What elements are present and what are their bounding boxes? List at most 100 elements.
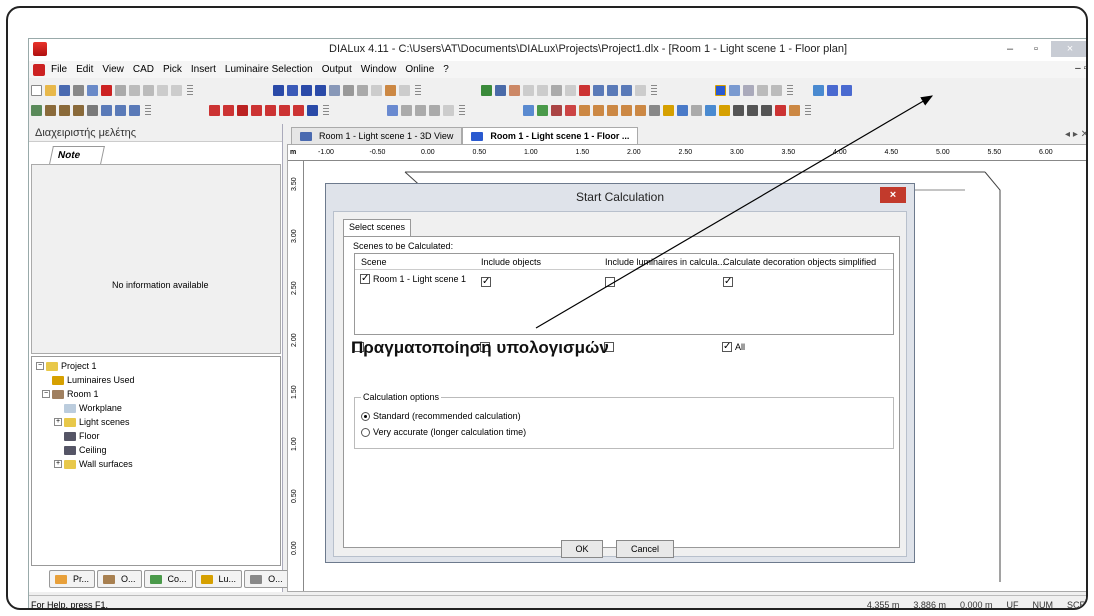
save-icon[interactable] <box>59 85 70 96</box>
calc-3-icon[interactable] <box>743 85 754 96</box>
curve-icon[interactable] <box>761 105 772 116</box>
all-decoration-checkbox[interactable]: ✓ <box>722 342 732 352</box>
array-icon[interactable] <box>101 105 112 116</box>
mdi-controls[interactable]: – ▫ <box>1075 63 1086 74</box>
standard-radio[interactable] <box>361 412 370 421</box>
grid-icon[interactable] <box>371 85 382 96</box>
tab-project[interactable]: Pr... <box>49 570 96 588</box>
draw-4-icon[interactable] <box>565 105 576 116</box>
tab-colors[interactable]: Co... <box>143 570 193 588</box>
calc-4-icon[interactable] <box>757 85 768 96</box>
cut-icon[interactable] <box>115 85 126 96</box>
start-calculation-icon[interactable] <box>715 85 726 96</box>
expand-icon[interactable]: + <box>54 460 62 468</box>
tool-4-icon[interactable] <box>551 85 562 96</box>
collapse-icon[interactable]: − <box>36 362 44 370</box>
light-3-icon[interactable] <box>237 105 248 116</box>
include-objects-checkbox[interactable]: ✓ <box>481 277 491 287</box>
print-icon[interactable] <box>73 85 84 96</box>
tree-item-ceiling[interactable]: Ceiling <box>36 443 276 457</box>
room-icon[interactable] <box>273 85 284 96</box>
menu-output[interactable]: Output <box>322 64 352 75</box>
cancel-button[interactable]: Cancel <box>616 540 674 558</box>
toolbar-grip-icon[interactable] <box>787 84 793 97</box>
toolbar-grip-icon[interactable] <box>805 104 811 117</box>
col-scene[interactable]: Scene <box>361 257 387 267</box>
draw-3-icon[interactable] <box>551 105 562 116</box>
luminaire-icon[interactable] <box>385 85 396 96</box>
light-2-icon[interactable] <box>223 105 234 116</box>
door-icon[interactable] <box>607 85 618 96</box>
tab-floor-plan[interactable]: Room 1 - Light scene 1 - Floor ... <box>462 127 639 144</box>
tab-note[interactable]: Note <box>49 146 105 164</box>
tree-item-wall-surfaces[interactable]: + Wall surfaces <box>36 457 276 471</box>
tab-objects[interactable]: O... <box>97 570 142 588</box>
draw-9-icon[interactable] <box>635 105 646 116</box>
tree-item-room[interactable]: − Room 1 <box>36 387 276 401</box>
toolbar-grip-icon[interactable] <box>415 84 421 97</box>
tool-icon[interactable] <box>399 85 410 96</box>
room-dxf-icon[interactable] <box>315 85 326 96</box>
light-6-icon[interactable] <box>279 105 290 116</box>
draw-7-icon[interactable] <box>607 105 618 116</box>
paste-icon[interactable] <box>143 85 154 96</box>
select-rect-icon[interactable] <box>387 105 398 116</box>
pdf-icon[interactable] <box>101 85 112 96</box>
col-include-luminaires[interactable]: Include luminaires in calcula... <box>605 257 725 267</box>
tab-nav-arrows-icon[interactable]: ◂ ▸ ✕ <box>1065 129 1086 140</box>
copy-move-icon[interactable] <box>73 105 84 116</box>
exterior-icon[interactable] <box>329 85 340 96</box>
tab-select-scenes[interactable]: Select scenes <box>343 219 412 236</box>
mirror-icon[interactable] <box>87 105 98 116</box>
draw-6-icon[interactable] <box>593 105 604 116</box>
ok-button[interactable]: OK <box>561 540 603 558</box>
scene-checkbox[interactable]: ✓ <box>360 274 370 284</box>
decoration-simplified-checkbox[interactable]: ✓ <box>723 277 733 287</box>
window-icon[interactable] <box>593 85 604 96</box>
tree-item-luminaires-used[interactable]: Luminaires Used <box>36 373 276 387</box>
toolbar-grip-icon[interactable] <box>651 84 657 97</box>
copy-icon[interactable] <box>129 85 140 96</box>
menu-window[interactable]: Window <box>361 64 397 75</box>
menu-edit[interactable]: Edit <box>76 64 93 75</box>
hatch-icon[interactable] <box>789 105 800 116</box>
undo-icon[interactable] <box>157 85 168 96</box>
col-decoration-simplified[interactable]: Calculate decoration objects simplified <box>723 257 876 267</box>
calc-area-icon[interactable] <box>357 85 368 96</box>
menu-online[interactable]: Online <box>405 64 434 75</box>
light-7-icon[interactable] <box>293 105 304 116</box>
draw-10-icon[interactable] <box>649 105 660 116</box>
accurate-radio[interactable] <box>361 428 370 437</box>
tree-item-project[interactable]: − Project 1 <box>36 359 276 373</box>
document-icon[interactable] <box>33 63 45 76</box>
close-button[interactable]: × <box>1051 41 1086 57</box>
draw-12-icon[interactable] <box>677 105 688 116</box>
print-preview-icon[interactable] <box>87 85 98 96</box>
menu-view[interactable]: View <box>102 64 124 75</box>
calc-2-icon[interactable] <box>729 85 740 96</box>
menu-help[interactable]: ? <box>443 64 449 75</box>
orbit-icon[interactable] <box>415 105 426 116</box>
draw-2-icon[interactable] <box>537 105 548 116</box>
light-5-icon[interactable] <box>265 105 276 116</box>
view-icon[interactable] <box>443 105 454 116</box>
flag-icon[interactable] <box>579 85 590 96</box>
draw-13-icon[interactable] <box>691 105 702 116</box>
menu-cad[interactable]: CAD <box>133 64 154 75</box>
toolbar-grip-icon[interactable] <box>187 84 193 97</box>
toolbar-grip-icon[interactable] <box>323 104 329 117</box>
tool-6-icon[interactable] <box>635 85 646 96</box>
minimize-button[interactable]: – <box>999 41 1021 57</box>
pan-icon[interactable] <box>429 105 440 116</box>
polyline-icon[interactable] <box>747 105 758 116</box>
list-icon[interactable] <box>827 85 838 96</box>
menu-luminaire-selection[interactable]: Luminaire Selection <box>225 64 313 75</box>
include-luminaires-checkbox[interactable] <box>605 277 615 287</box>
tool-3-icon[interactable] <box>537 85 548 96</box>
facade-icon[interactable] <box>621 85 632 96</box>
toolbar-grip-icon[interactable] <box>145 104 151 117</box>
draw-1-icon[interactable] <box>523 105 534 116</box>
maximize-button[interactable]: ▫ <box>1025 41 1047 57</box>
circle-icon[interactable] <box>775 105 786 116</box>
standard-label[interactable]: Standard (recommended calculation) <box>373 411 521 421</box>
